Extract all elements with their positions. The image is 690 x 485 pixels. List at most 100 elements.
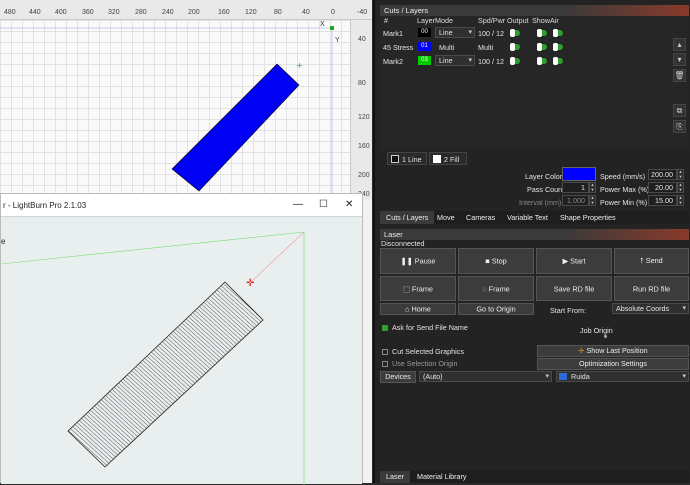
speed-input[interactable]: 200.00 (648, 169, 677, 180)
frame-round-button[interactable]: ◌ Frame (458, 276, 534, 301)
output-toggle[interactable] (510, 29, 520, 37)
canvas-shapes: + (0, 26, 334, 200)
controller-combo[interactable]: Ruida (556, 371, 689, 382)
run-rd-button[interactable]: Run RD file (614, 276, 689, 301)
speed-spinner-icon[interactable]: ▲ ▼ (677, 169, 684, 180)
frame-round-label: Frame (488, 284, 510, 293)
pause-icon: ❚❚ (400, 256, 415, 266)
pause-button[interactable]: ❚❚ Pause (380, 248, 456, 274)
ruler-label: 40 (302, 9, 310, 16)
power-min-input[interactable]: 15.00 (648, 195, 677, 206)
send-button[interactable]: ⭡ Send (614, 248, 689, 274)
hatched-preview-shape (67, 281, 264, 468)
tab-material-library[interactable]: Material Library (411, 471, 473, 483)
mode-combo[interactable]: Line (435, 55, 475, 66)
air-toggle[interactable] (553, 43, 563, 51)
checkbox-unchecked (382, 361, 388, 368)
copy-layer-icon[interactable]: ⧉ (673, 104, 686, 117)
layer-number-chip: 00 (418, 28, 431, 37)
ruler-label: 280 (135, 9, 147, 16)
layer-row[interactable]: Mark2 03 Line 100 / 12 (380, 54, 670, 68)
output-toggle[interactable] (510, 43, 520, 51)
ruler-label: 480 (4, 9, 16, 16)
window-titlebar[interactable]: r - LightBurn Pro 2.1.03 — ☐ ✕ (1, 194, 362, 216)
paste-layer-icon[interactable]: ⎘ (673, 120, 686, 133)
job-origin-label: Job Origin (580, 326, 613, 335)
optimization-settings-button[interactable]: Optimization Settings (537, 358, 689, 370)
minimize-button[interactable]: — (293, 199, 303, 210)
fill-swatch-icon (433, 155, 441, 163)
save-rd-button[interactable]: Save RD file (536, 276, 612, 301)
stop-button[interactable]: ■ Stop (458, 248, 534, 274)
layer-number-chip: 01 (418, 42, 431, 51)
show-toggle[interactable] (537, 29, 547, 37)
ask-send-label: Ask for Send File Name (392, 323, 468, 332)
cuts-layers-title: Cuts / Layers (380, 5, 689, 16)
home-label: Home (411, 304, 431, 314)
col-header: Spd/Pwr (478, 16, 506, 25)
frame-square-icon: ⬚ (402, 284, 412, 293)
dock-tabs-top: Cuts / Layers Move Cameras Variable Text… (380, 211, 689, 224)
ruler-label: 120 (245, 9, 257, 16)
close-button[interactable]: ✕ (345, 199, 353, 210)
tab-cameras[interactable]: Cameras (460, 211, 501, 224)
ruler-label: -40 (357, 9, 368, 16)
tab-laser[interactable]: Laser (380, 471, 410, 483)
col-header: Mode (435, 16, 453, 25)
origin-marker (330, 26, 334, 30)
line-swatch-icon (391, 155, 399, 163)
checkbox-checked (382, 325, 388, 332)
layer-name: 45 Stress (383, 43, 414, 52)
power-max-spinner-icon[interactable]: ▲ ▼ (677, 182, 684, 193)
show-toggle[interactable] (537, 57, 547, 65)
ask-send-checkbox[interactable]: Ask for Send File Name (382, 323, 468, 332)
job-origin-dot-icon[interactable] (604, 335, 607, 338)
start-button[interactable]: ▶ Start (536, 248, 612, 274)
col-header: Show (532, 16, 550, 25)
delete-layer-icon[interactable]: 🗑 (673, 69, 686, 82)
power-min-spinner-icon[interactable]: ▲ ▼ (677, 195, 684, 206)
show-last-position-button[interactable]: ✛ Show Last Position (537, 345, 689, 357)
home-button[interactable]: ⌂ Home (380, 303, 456, 315)
cut-selected-checkbox[interactable]: Cut Selected Graphics (382, 347, 464, 356)
air-toggle[interactable] (553, 57, 563, 65)
crosshair-icon: ✛ (578, 346, 585, 355)
pass-count-input[interactable]: 1 (562, 182, 589, 193)
interval-input[interactable]: 1.000 (562, 195, 589, 206)
tab-variable-text[interactable]: Variable Text (501, 211, 554, 224)
layer-color-swatch[interactable] (562, 167, 596, 181)
power-max-input[interactable]: 20.00 (648, 182, 677, 193)
line-sublayer-tab[interactable]: 1 Line (387, 152, 427, 165)
blue-rectangle-shape[interactable] (171, 63, 300, 192)
go-to-origin-label: Go to Origin (476, 304, 516, 314)
go-to-origin-button[interactable]: Go to Origin (458, 303, 534, 315)
start-from-combo[interactable]: Absolute Coords (612, 303, 689, 314)
layer-row[interactable]: Mark1 00 Line 100 / 12 (380, 26, 670, 40)
frame-button[interactable]: ⬚ Frame (380, 276, 456, 301)
move-layer-down-icon[interactable]: ▾ (673, 53, 686, 66)
tab-move[interactable]: Move (431, 211, 461, 224)
devices-button[interactable]: Devices (380, 371, 416, 383)
preview-area[interactable]: ✛ e (1, 216, 362, 485)
run-rd-label: Run RD file (632, 284, 671, 293)
tab-shape-properties[interactable]: Shape Properties (554, 211, 622, 224)
save-rd-label: Save RD file (553, 284, 595, 293)
air-toggle[interactable] (553, 29, 563, 37)
pass-count-spinner-icon[interactable]: ▲ ▼ (589, 182, 596, 193)
device-combo[interactable]: (Auto) (419, 371, 552, 382)
interval-spinner-icon[interactable]: ▲ ▼ (589, 195, 596, 206)
move-layer-up-icon[interactable]: ▴ (673, 38, 686, 51)
col-header: Air (550, 16, 559, 25)
use-selection-origin-checkbox[interactable]: Use Selection Origin (382, 359, 458, 368)
maximize-button[interactable]: ☐ (319, 199, 328, 210)
spd-pwr: 100 / 12 (478, 57, 504, 66)
output-toggle[interactable] (510, 57, 520, 65)
tab-cuts-layers[interactable]: Cuts / Layers (380, 211, 435, 224)
lightburn-preview-window[interactable]: r - LightBurn Pro 2.1.03 — ☐ ✕ ✛ e (0, 193, 363, 485)
ruler-label: 320 (108, 9, 120, 16)
pause-label: Pause (414, 256, 436, 266)
fill-sublayer-tab[interactable]: 2 Fill (429, 152, 467, 165)
show-toggle[interactable] (537, 43, 547, 51)
mode-combo[interactable]: Line (435, 27, 475, 38)
layer-row[interactable]: 45 Stress 01 Multi Multi (380, 40, 670, 54)
